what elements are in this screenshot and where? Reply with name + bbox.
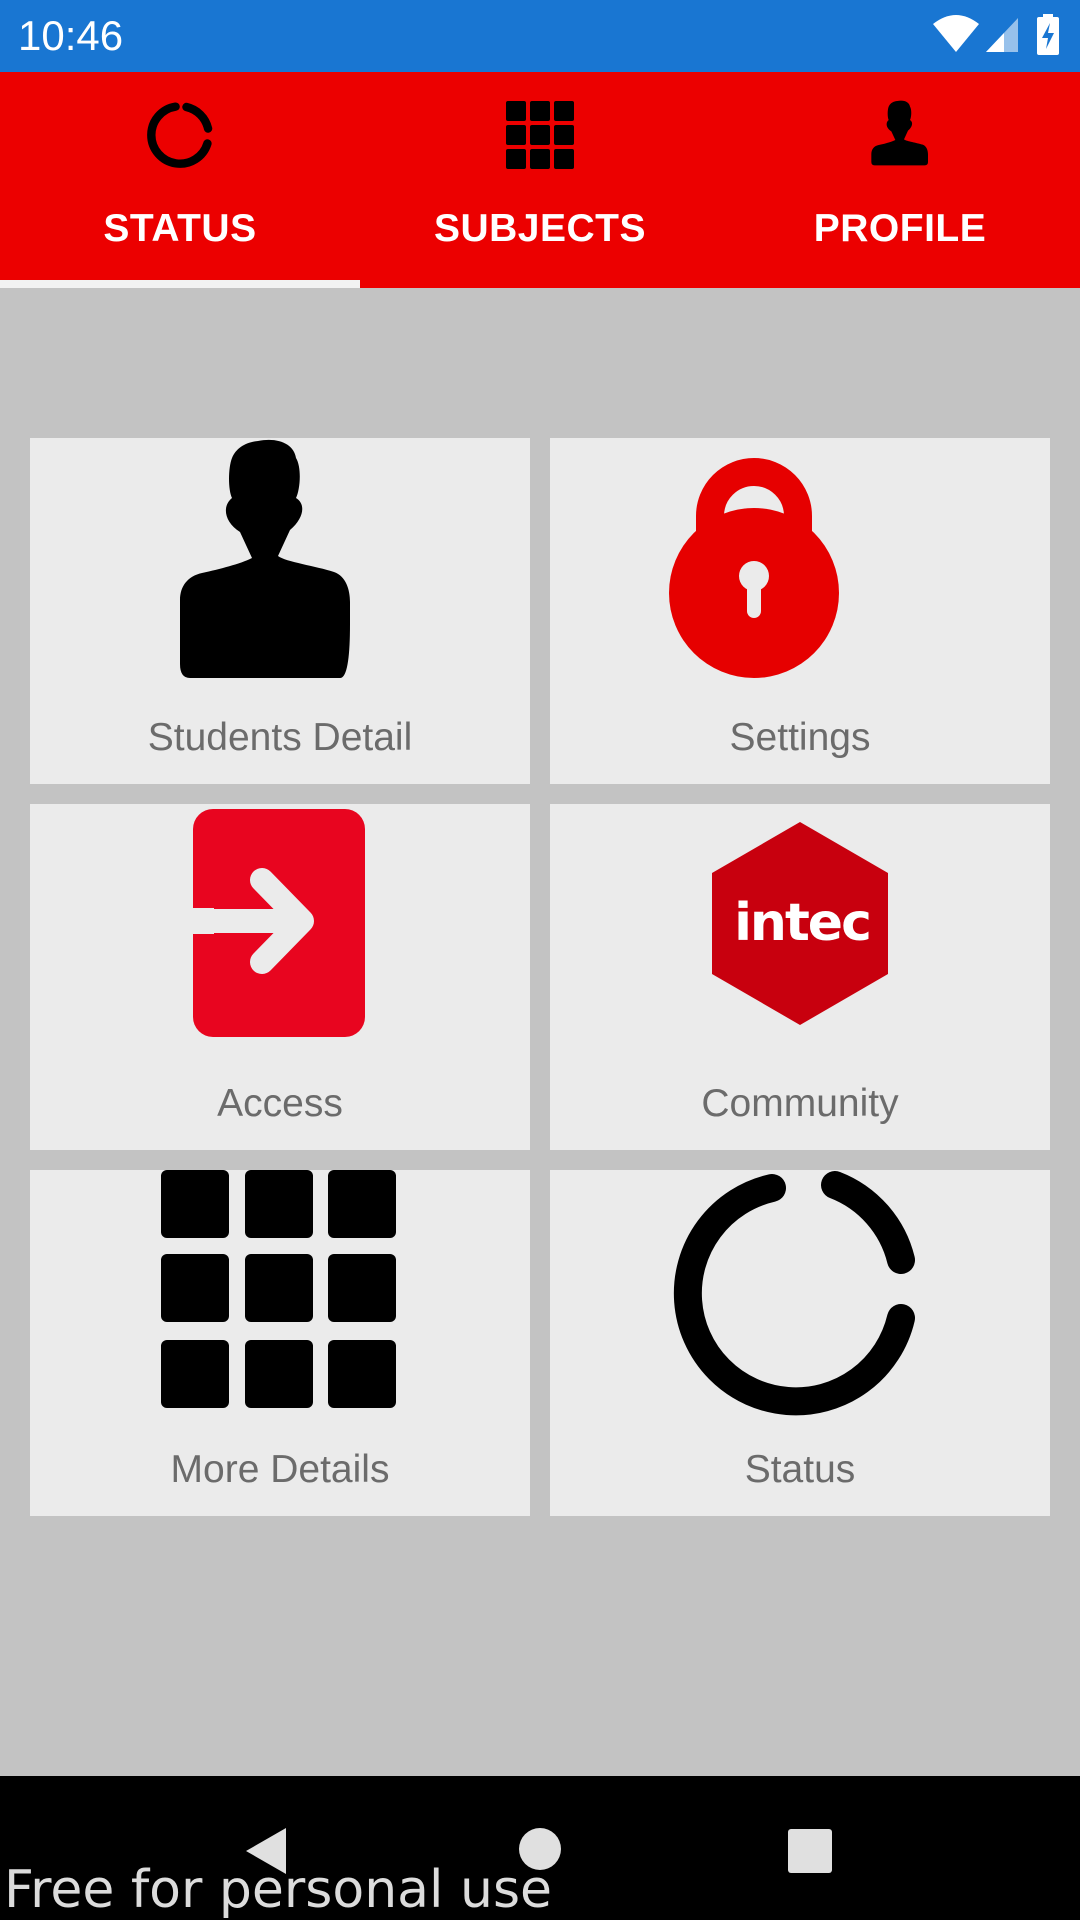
card-label: Status xyxy=(744,1448,856,1491)
card-label: Settings xyxy=(729,716,871,759)
grid-icon xyxy=(505,100,575,170)
system-icons xyxy=(932,14,1062,58)
tab-bar: STATUS SUBJECTS PROFILE xyxy=(0,72,1080,288)
watermark-text: Free for personal use xyxy=(4,1860,553,1920)
selected-tab-indicator xyxy=(0,280,360,288)
tab-label: SUBJECTS xyxy=(433,207,647,250)
tab-status[interactable]: STATUS xyxy=(0,72,360,288)
more-details-card[interactable]: More Details xyxy=(30,1170,530,1516)
intec-logo: intec xyxy=(550,804,1050,1054)
status-card[interactable]: Status xyxy=(550,1170,1050,1516)
battery-charging-icon xyxy=(1036,14,1060,61)
clock: 10:46 xyxy=(18,12,124,59)
wifi-icon xyxy=(932,14,980,59)
grid-icon xyxy=(30,1170,530,1420)
enter-arrow-icon xyxy=(30,804,530,1054)
tab-subjects[interactable]: SUBJECTS xyxy=(360,72,720,288)
students-detail-card[interactable]: Students Detail xyxy=(30,438,530,784)
recents-icon[interactable] xyxy=(787,1828,833,1879)
tab-label: STATUS xyxy=(103,207,257,250)
svg-text:intec: intec xyxy=(734,893,870,953)
cell-signal-icon xyxy=(984,14,1020,59)
person-icon xyxy=(865,100,935,170)
card-label: More Details xyxy=(170,1448,390,1491)
progress-ring-icon xyxy=(145,100,215,170)
card-label: Community xyxy=(701,1082,899,1125)
person-icon xyxy=(30,438,530,688)
progress-ring-icon xyxy=(550,1170,1050,1420)
tab-label: PROFILE xyxy=(813,207,987,250)
access-card[interactable]: Access xyxy=(30,804,530,1150)
tab-profile[interactable]: PROFILE xyxy=(720,72,1080,288)
settings-card[interactable]: Settings xyxy=(550,438,1050,784)
lock-icon xyxy=(550,438,1050,688)
community-card[interactable]: intec Community xyxy=(550,804,1050,1150)
card-label: Access xyxy=(217,1082,343,1125)
status-bar: 10:46 xyxy=(0,0,1080,72)
card-label: Students Detail xyxy=(147,716,413,759)
